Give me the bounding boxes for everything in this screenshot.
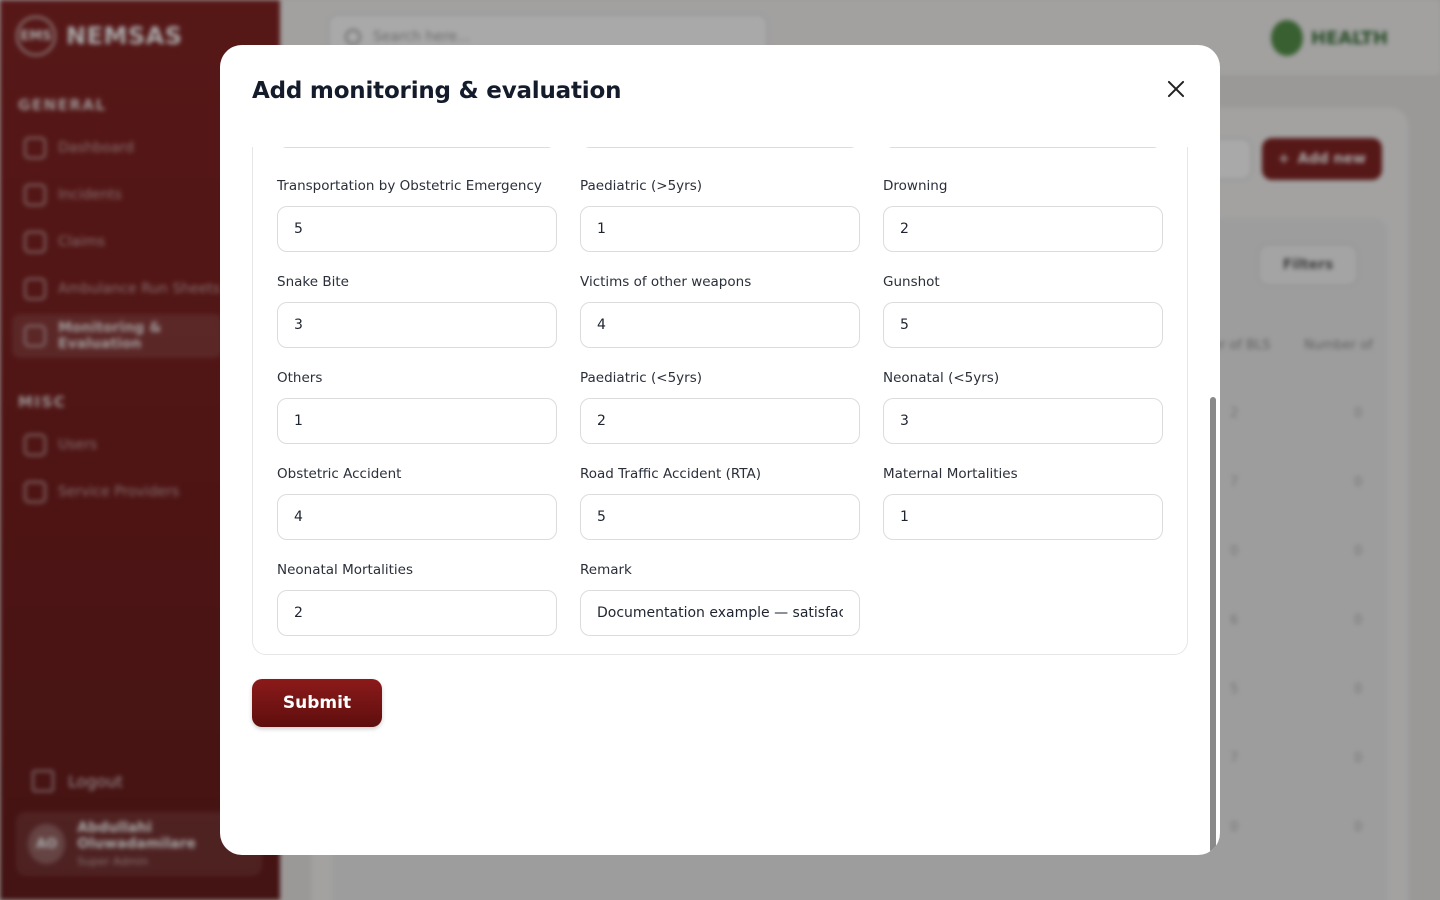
field-snake-bite: Snake Bite: [277, 274, 557, 348]
form-card: Transportation by Obstetric Emergency Pa…: [252, 147, 1188, 655]
field-label: Transportation by Obstetric Emergency: [277, 178, 542, 194]
neonatal-under5-input[interactable]: [883, 398, 1163, 444]
field-transportation-obstetric: Transportation by Obstetric Emergency: [277, 178, 557, 252]
neonatal-mortalities-input[interactable]: [277, 590, 557, 636]
field-label: Maternal Mortalities: [883, 466, 1018, 482]
paediatric-over5-input[interactable]: [580, 206, 860, 252]
field-label: Obstetric Accident: [277, 466, 402, 482]
close-icon[interactable]: [1164, 77, 1188, 101]
field-drowning: Drowning: [883, 178, 1163, 252]
input-stub[interactable]: [277, 147, 557, 148]
modal-title: Add monitoring & evaluation: [252, 78, 622, 104]
maternal-mortalities-input[interactable]: [883, 494, 1163, 540]
paediatric-under5-input[interactable]: [580, 398, 860, 444]
field-label: Victims of other weapons: [580, 274, 752, 290]
remark-input[interactable]: [580, 590, 860, 636]
snake-bite-input[interactable]: [277, 302, 557, 348]
field-others: Others: [277, 370, 557, 444]
field-road-traffic-accident: Road Traffic Accident (RTA): [580, 466, 860, 540]
field-remark: Remark: [580, 562, 860, 636]
field-label: Remark: [580, 562, 632, 578]
field-maternal-mortalities: Maternal Mortalities: [883, 466, 1163, 540]
transportation-obstetric-input[interactable]: [277, 206, 557, 252]
modal-scroll-area[interactable]: Transportation by Obstetric Emergency Pa…: [252, 147, 1188, 855]
input-stub[interactable]: [883, 147, 1163, 148]
add-monitoring-modal: Add monitoring & evaluation Transportati…: [220, 45, 1220, 855]
drowning-input[interactable]: [883, 206, 1163, 252]
obstetric-accident-input[interactable]: [277, 494, 557, 540]
field-label: Snake Bite: [277, 274, 349, 290]
road-traffic-accident-input[interactable]: [580, 494, 860, 540]
field-scrolled-col2: [580, 147, 860, 148]
field-label: Paediatric (>5yrs): [580, 178, 703, 194]
field-scrolled-col3: [883, 147, 1163, 148]
scrollbar-thumb[interactable]: [1210, 397, 1216, 853]
field-paediatric-over5: Paediatric (>5yrs): [580, 178, 860, 252]
field-other-weapons: Victims of other weapons: [580, 274, 860, 348]
field-label: Neonatal Mortalities: [277, 562, 414, 578]
field-neonatal-under5: Neonatal (<5yrs): [883, 370, 1163, 444]
field-label: Road Traffic Accident (RTA): [580, 466, 761, 482]
field-neonatal-mortalities: Neonatal Mortalities: [277, 562, 557, 636]
field-label: Gunshot: [883, 274, 940, 290]
other-weapons-input[interactable]: [580, 302, 860, 348]
field-label: Others: [277, 370, 323, 386]
field-paediatric-under5: Paediatric (<5yrs): [580, 370, 860, 444]
field-obstetric-accident: Obstetric Accident: [277, 466, 557, 540]
field-label: Drowning: [883, 178, 948, 194]
gunshot-input[interactable]: [883, 302, 1163, 348]
field-label: Paediatric (<5yrs): [580, 370, 703, 386]
others-input[interactable]: [277, 398, 557, 444]
submit-button[interactable]: Submit: [252, 679, 382, 727]
field-label: Neonatal (<5yrs): [883, 370, 1000, 386]
input-stub[interactable]: [580, 147, 860, 148]
field-scrolled-col1: [277, 147, 557, 148]
field-gunshot: Gunshot: [883, 274, 1163, 348]
